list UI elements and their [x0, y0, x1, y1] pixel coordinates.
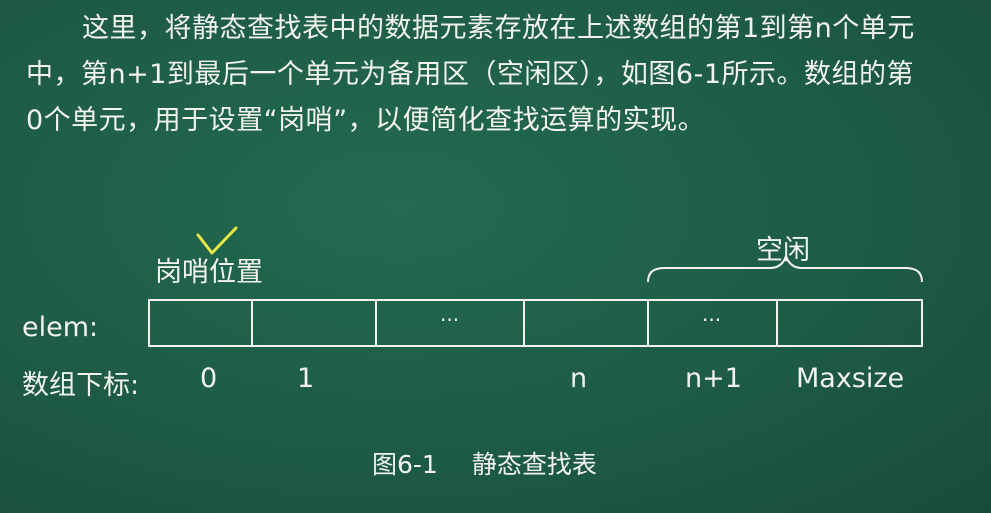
- free-area-brace: [647, 252, 923, 283]
- index-1: 1: [297, 363, 315, 394]
- index-n: n: [570, 363, 588, 394]
- index-maxsize: Maxsize: [796, 363, 905, 394]
- index-0: 0: [200, 363, 218, 394]
- figure-number: 图6-1: [372, 450, 438, 479]
- array-diagram: [148, 226, 923, 347]
- check-mark-icon: [196, 226, 238, 255]
- cell-ellipsis-2: ···: [702, 308, 722, 332]
- array-outline: [148, 299, 923, 347]
- figure-title: 静态查找表: [471, 450, 597, 479]
- figure-caption: 图6-1 静态查找表: [372, 445, 631, 481]
- cell-ellipsis-1: ···: [440, 308, 460, 332]
- index-n-plus-1: n+1: [685, 363, 742, 394]
